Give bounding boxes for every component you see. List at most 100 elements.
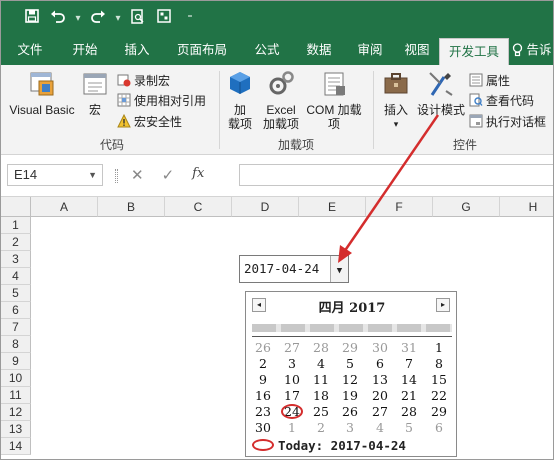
select-all-corner[interactable]: [1, 197, 31, 217]
row-header-5[interactable]: 5: [1, 285, 31, 302]
column-header-a[interactable]: A: [31, 197, 98, 217]
row-header-3[interactable]: 3: [1, 251, 31, 268]
row-header-2[interactable]: 2: [1, 234, 31, 251]
view-code-button[interactable]: 查看代码: [469, 91, 534, 109]
tab-data[interactable]: 数据: [293, 35, 345, 65]
tab-file[interactable]: 文件: [1, 35, 59, 65]
relative-reference-button[interactable]: 使用相对引用: [117, 91, 206, 109]
formula-input[interactable]: [239, 164, 553, 186]
calendar-day[interactable]: 17: [279, 388, 305, 403]
date-picker-control[interactable]: 2017-04-24 ▼: [239, 255, 349, 283]
calendar-day[interactable]: 10: [279, 372, 305, 387]
calendar-day[interactable]: 30: [250, 420, 276, 435]
calendar-day[interactable]: 19: [337, 388, 363, 403]
next-month-button[interactable]: ▸: [436, 298, 450, 312]
column-header-d[interactable]: D: [232, 197, 299, 217]
column-header-g[interactable]: G: [433, 197, 500, 217]
undo-dropdown-icon[interactable]: ▾: [71, 13, 85, 24]
calendar-day[interactable]: 4: [308, 356, 334, 371]
splitter-handle[interactable]: [115, 169, 118, 183]
row-header-4[interactable]: 4: [1, 268, 31, 285]
record-macro-button[interactable]: 录制宏: [117, 71, 170, 89]
calendar-day[interactable]: 12: [337, 372, 363, 387]
row-header-8[interactable]: 8: [1, 336, 31, 353]
calendar-day[interactable]: 6: [367, 356, 393, 371]
row-header-14[interactable]: 14: [1, 438, 31, 455]
calendar-day[interactable]: 5: [337, 356, 363, 371]
undo-icon[interactable]: [45, 9, 71, 27]
row-header-6[interactable]: 6: [1, 302, 31, 319]
calendar-day[interactable]: 28: [396, 404, 422, 419]
calendar-day[interactable]: 25: [308, 404, 334, 419]
save-icon[interactable]: [19, 9, 45, 27]
addins-button[interactable]: 加 载项: [223, 69, 257, 131]
com-addins-button[interactable]: COM 加载项: [301, 69, 367, 131]
row-header-7[interactable]: 7: [1, 319, 31, 336]
calendar-day[interactable]: 2: [308, 420, 334, 435]
tell-me[interactable]: 告诉: [509, 35, 553, 65]
calendar-day[interactable]: 18: [308, 388, 334, 403]
column-header-b[interactable]: B: [98, 197, 165, 217]
calendar-day[interactable]: 11: [308, 372, 334, 387]
column-header-c[interactable]: C: [165, 197, 232, 217]
calendar-day[interactable]: 15: [426, 372, 452, 387]
calendar-day[interactable]: 22: [426, 388, 452, 403]
row-header-10[interactable]: 10: [1, 370, 31, 387]
visual-basic-button[interactable]: Visual Basic: [9, 69, 75, 117]
tab-page-layout[interactable]: 页面布局: [163, 35, 241, 65]
row-header-12[interactable]: 12: [1, 404, 31, 421]
date-picker-dropdown-button[interactable]: ▼: [330, 256, 348, 282]
calendar-day[interactable]: 3: [279, 356, 305, 371]
calendar-day[interactable]: 21: [396, 388, 422, 403]
row-header-9[interactable]: 9: [1, 353, 31, 370]
calendar-day[interactable]: 23: [250, 404, 276, 419]
calendar-day[interactable]: 27: [367, 404, 393, 419]
calendar-day[interactable]: 26: [250, 340, 276, 355]
properties-button[interactable]: 属性: [469, 71, 510, 89]
calendar-day[interactable]: 6: [426, 420, 452, 435]
calendar-day[interactable]: 28: [308, 340, 334, 355]
design-mode-button[interactable]: 设计模式: [415, 69, 467, 117]
chevron-down-icon[interactable]: ▼: [88, 165, 97, 185]
column-header-h[interactable]: H: [500, 197, 553, 217]
redo-icon[interactable]: [85, 9, 111, 27]
calendar-day[interactable]: 20: [367, 388, 393, 403]
calendar-day[interactable]: 27: [279, 340, 305, 355]
calendar-day[interactable]: 9: [250, 372, 276, 387]
tab-home[interactable]: 开始: [59, 35, 111, 65]
row-header-1[interactable]: 1: [1, 217, 31, 234]
row-header-13[interactable]: 13: [1, 421, 31, 438]
calendar-day[interactable]: 29: [426, 404, 452, 419]
form-icon[interactable]: [151, 9, 177, 27]
name-box[interactable]: E14 ▼: [7, 164, 103, 186]
tab-insert[interactable]: 插入: [111, 35, 163, 65]
calendar-day[interactable]: 8: [426, 356, 452, 371]
column-header-e[interactable]: E: [299, 197, 366, 217]
print-preview-icon[interactable]: [125, 8, 151, 28]
calendar-day[interactable]: 5: [396, 420, 422, 435]
enter-icon[interactable]: ✓: [162, 166, 175, 184]
today-button[interactable]: Today: 2017-04-24: [278, 438, 406, 453]
calendar-day[interactable]: 26: [337, 404, 363, 419]
calendar-day[interactable]: 13: [367, 372, 393, 387]
calendar-day[interactable]: 29: [337, 340, 363, 355]
macros-button[interactable]: 宏: [79, 69, 111, 117]
tab-formulas[interactable]: 公式: [241, 35, 293, 65]
cancel-icon[interactable]: ✕: [131, 166, 144, 184]
row-header-11[interactable]: 11: [1, 387, 31, 404]
redo-dropdown-icon[interactable]: ▾: [111, 13, 125, 24]
calendar-day[interactable]: 2: [250, 356, 276, 371]
tab-view[interactable]: 视图: [395, 35, 439, 65]
calendar-day[interactable]: 4: [367, 420, 393, 435]
tab-review[interactable]: 审阅: [345, 35, 395, 65]
calendar-day[interactable]: 7: [396, 356, 422, 371]
excel-addins-button[interactable]: Excel 加载项: [261, 69, 301, 131]
tab-developer[interactable]: 开发工具: [439, 38, 509, 65]
more-icon[interactable]: ⁼: [177, 13, 203, 24]
insert-control-button[interactable]: 插入 ▾: [379, 69, 413, 131]
calendar-day[interactable]: 1: [279, 420, 305, 435]
insert-function-icon[interactable]: fx: [192, 166, 204, 184]
calendar-day[interactable]: 30: [367, 340, 393, 355]
calendar-day[interactable]: 14: [396, 372, 422, 387]
column-header-f[interactable]: F: [366, 197, 433, 217]
